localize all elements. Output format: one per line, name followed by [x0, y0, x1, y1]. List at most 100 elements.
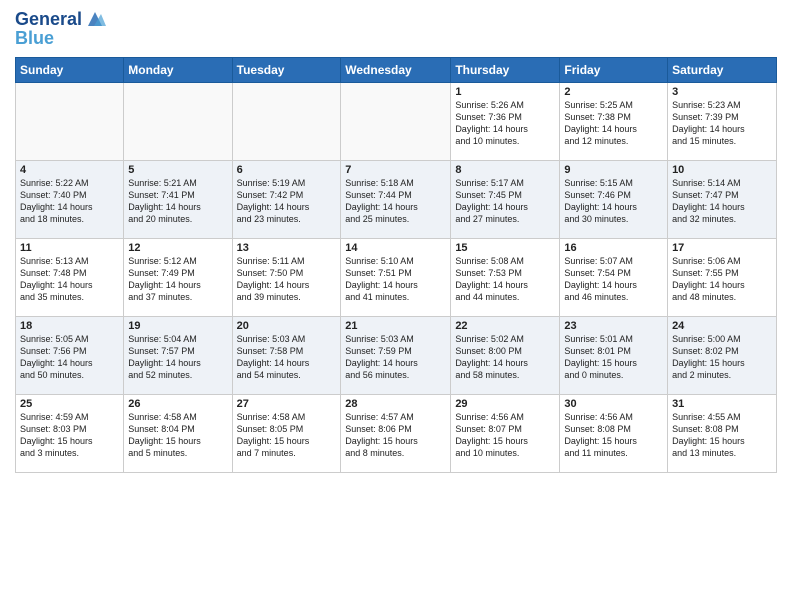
day-info: Sunrise: 4:58 AM Sunset: 8:05 PM Dayligh…	[237, 411, 337, 460]
day-info: Sunrise: 5:00 AM Sunset: 8:02 PM Dayligh…	[672, 333, 772, 382]
day-info: Sunrise: 5:15 AM Sunset: 7:46 PM Dayligh…	[564, 177, 663, 226]
calendar-day-5: 5Sunrise: 5:21 AM Sunset: 7:41 PM Daylig…	[124, 161, 232, 239]
weekday-header-wednesday: Wednesday	[341, 58, 451, 83]
calendar-day-10: 10Sunrise: 5:14 AM Sunset: 7:47 PM Dayli…	[668, 161, 777, 239]
calendar-week-1: 1Sunrise: 5:26 AM Sunset: 7:36 PM Daylig…	[16, 83, 777, 161]
day-number: 23	[564, 320, 663, 332]
day-info: Sunrise: 5:17 AM Sunset: 7:45 PM Dayligh…	[455, 177, 555, 226]
day-info: Sunrise: 5:26 AM Sunset: 7:36 PM Dayligh…	[455, 99, 555, 148]
calendar-day-26: 26Sunrise: 4:58 AM Sunset: 8:04 PM Dayli…	[124, 395, 232, 473]
day-number: 27	[237, 398, 337, 410]
calendar-day-16: 16Sunrise: 5:07 AM Sunset: 7:54 PM Dayli…	[560, 239, 668, 317]
calendar-day-19: 19Sunrise: 5:04 AM Sunset: 7:57 PM Dayli…	[124, 317, 232, 395]
day-info: Sunrise: 5:18 AM Sunset: 7:44 PM Dayligh…	[345, 177, 446, 226]
day-number: 6	[237, 164, 337, 176]
day-info: Sunrise: 5:22 AM Sunset: 7:40 PM Dayligh…	[20, 177, 119, 226]
calendar-day-25: 25Sunrise: 4:59 AM Sunset: 8:03 PM Dayli…	[16, 395, 124, 473]
day-number: 2	[564, 86, 663, 98]
day-number: 19	[128, 320, 227, 332]
day-info: Sunrise: 4:59 AM Sunset: 8:03 PM Dayligh…	[20, 411, 119, 460]
day-number: 22	[455, 320, 555, 332]
day-number: 14	[345, 242, 446, 254]
day-info: Sunrise: 5:12 AM Sunset: 7:49 PM Dayligh…	[128, 255, 227, 304]
day-info: Sunrise: 4:58 AM Sunset: 8:04 PM Dayligh…	[128, 411, 227, 460]
day-info: Sunrise: 5:19 AM Sunset: 7:42 PM Dayligh…	[237, 177, 337, 226]
day-info: Sunrise: 4:57 AM Sunset: 8:06 PM Dayligh…	[345, 411, 446, 460]
calendar-day-15: 15Sunrise: 5:08 AM Sunset: 7:53 PM Dayli…	[451, 239, 560, 317]
calendar-day-2: 2Sunrise: 5:25 AM Sunset: 7:38 PM Daylig…	[560, 83, 668, 161]
calendar-day-8: 8Sunrise: 5:17 AM Sunset: 7:45 PM Daylig…	[451, 161, 560, 239]
day-number: 28	[345, 398, 446, 410]
day-info: Sunrise: 5:25 AM Sunset: 7:38 PM Dayligh…	[564, 99, 663, 148]
calendar-day-13: 13Sunrise: 5:11 AM Sunset: 7:50 PM Dayli…	[232, 239, 341, 317]
day-info: Sunrise: 4:55 AM Sunset: 8:08 PM Dayligh…	[672, 411, 772, 460]
logo-blue: Blue	[15, 28, 106, 49]
day-number: 7	[345, 164, 446, 176]
calendar-day-27: 27Sunrise: 4:58 AM Sunset: 8:05 PM Dayli…	[232, 395, 341, 473]
day-number: 18	[20, 320, 119, 332]
calendar-day-28: 28Sunrise: 4:57 AM Sunset: 8:06 PM Dayli…	[341, 395, 451, 473]
calendar-week-2: 4Sunrise: 5:22 AM Sunset: 7:40 PM Daylig…	[16, 161, 777, 239]
calendar-day-30: 30Sunrise: 4:56 AM Sunset: 8:08 PM Dayli…	[560, 395, 668, 473]
day-number: 13	[237, 242, 337, 254]
day-info: Sunrise: 5:07 AM Sunset: 7:54 PM Dayligh…	[564, 255, 663, 304]
calendar-day-3: 3Sunrise: 5:23 AM Sunset: 7:39 PM Daylig…	[668, 83, 777, 161]
day-number: 8	[455, 164, 555, 176]
calendar-day-29: 29Sunrise: 4:56 AM Sunset: 8:07 PM Dayli…	[451, 395, 560, 473]
logo-text: General	[15, 10, 82, 30]
day-info: Sunrise: 5:10 AM Sunset: 7:51 PM Dayligh…	[345, 255, 446, 304]
day-info: Sunrise: 5:05 AM Sunset: 7:56 PM Dayligh…	[20, 333, 119, 382]
weekday-header-thursday: Thursday	[451, 58, 560, 83]
calendar-week-3: 11Sunrise: 5:13 AM Sunset: 7:48 PM Dayli…	[16, 239, 777, 317]
day-info: Sunrise: 5:03 AM Sunset: 7:58 PM Dayligh…	[237, 333, 337, 382]
logo-icon	[84, 8, 106, 30]
day-number: 26	[128, 398, 227, 410]
calendar-day-20: 20Sunrise: 5:03 AM Sunset: 7:58 PM Dayli…	[232, 317, 341, 395]
calendar-day-18: 18Sunrise: 5:05 AM Sunset: 7:56 PM Dayli…	[16, 317, 124, 395]
weekday-header-friday: Friday	[560, 58, 668, 83]
calendar-week-5: 25Sunrise: 4:59 AM Sunset: 8:03 PM Dayli…	[16, 395, 777, 473]
calendar-day-24: 24Sunrise: 5:00 AM Sunset: 8:02 PM Dayli…	[668, 317, 777, 395]
weekday-header-tuesday: Tuesday	[232, 58, 341, 83]
day-number: 25	[20, 398, 119, 410]
day-number: 17	[672, 242, 772, 254]
calendar-empty	[16, 83, 124, 161]
weekday-header-monday: Monday	[124, 58, 232, 83]
day-number: 10	[672, 164, 772, 176]
day-number: 3	[672, 86, 772, 98]
calendar-day-17: 17Sunrise: 5:06 AM Sunset: 7:55 PM Dayli…	[668, 239, 777, 317]
page: General Blue SundayMondayTuesdayWednesda…	[0, 0, 792, 612]
calendar-day-4: 4Sunrise: 5:22 AM Sunset: 7:40 PM Daylig…	[16, 161, 124, 239]
day-number: 24	[672, 320, 772, 332]
calendar-day-11: 11Sunrise: 5:13 AM Sunset: 7:48 PM Dayli…	[16, 239, 124, 317]
day-number: 29	[455, 398, 555, 410]
calendar-day-23: 23Sunrise: 5:01 AM Sunset: 8:01 PM Dayli…	[560, 317, 668, 395]
day-number: 11	[20, 242, 119, 254]
calendar-day-22: 22Sunrise: 5:02 AM Sunset: 8:00 PM Dayli…	[451, 317, 560, 395]
calendar-day-21: 21Sunrise: 5:03 AM Sunset: 7:59 PM Dayli…	[341, 317, 451, 395]
day-info: Sunrise: 5:06 AM Sunset: 7:55 PM Dayligh…	[672, 255, 772, 304]
day-info: Sunrise: 5:13 AM Sunset: 7:48 PM Dayligh…	[20, 255, 119, 304]
day-number: 30	[564, 398, 663, 410]
day-number: 9	[564, 164, 663, 176]
day-info: Sunrise: 5:02 AM Sunset: 8:00 PM Dayligh…	[455, 333, 555, 382]
day-info: Sunrise: 5:08 AM Sunset: 7:53 PM Dayligh…	[455, 255, 555, 304]
day-number: 21	[345, 320, 446, 332]
calendar-empty	[341, 83, 451, 161]
calendar-day-31: 31Sunrise: 4:55 AM Sunset: 8:08 PM Dayli…	[668, 395, 777, 473]
calendar-week-4: 18Sunrise: 5:05 AM Sunset: 7:56 PM Dayli…	[16, 317, 777, 395]
calendar-day-14: 14Sunrise: 5:10 AM Sunset: 7:51 PM Dayli…	[341, 239, 451, 317]
day-number: 12	[128, 242, 227, 254]
day-number: 31	[672, 398, 772, 410]
day-info: Sunrise: 5:01 AM Sunset: 8:01 PM Dayligh…	[564, 333, 663, 382]
calendar-day-6: 6Sunrise: 5:19 AM Sunset: 7:42 PM Daylig…	[232, 161, 341, 239]
calendar-day-1: 1Sunrise: 5:26 AM Sunset: 7:36 PM Daylig…	[451, 83, 560, 161]
calendar-day-9: 9Sunrise: 5:15 AM Sunset: 7:46 PM Daylig…	[560, 161, 668, 239]
weekday-header-row: SundayMondayTuesdayWednesdayThursdayFrid…	[16, 58, 777, 83]
logo: General Blue	[15, 10, 106, 49]
day-info: Sunrise: 4:56 AM Sunset: 8:07 PM Dayligh…	[455, 411, 555, 460]
header: General Blue	[15, 10, 777, 49]
weekday-header-saturday: Saturday	[668, 58, 777, 83]
weekday-header-sunday: Sunday	[16, 58, 124, 83]
day-number: 1	[455, 86, 555, 98]
